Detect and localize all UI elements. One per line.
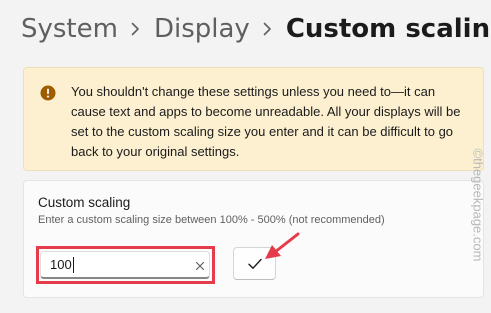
chevron-right-icon xyxy=(118,9,154,49)
breadcrumb: System Display Custom scaling xyxy=(21,9,491,49)
breadcrumb-item-display[interactable]: Display xyxy=(154,9,250,49)
input-highlight-annotation xyxy=(36,246,215,284)
custom-scaling-description: Enter a custom scaling size between 100%… xyxy=(38,214,385,226)
page-title: Custom scaling xyxy=(285,14,491,44)
custom-scaling-title: Custom scaling xyxy=(38,195,131,210)
warning-message: You shouldn't change these settings unle… xyxy=(71,84,461,159)
info-circle-icon xyxy=(40,85,56,101)
breadcrumb-item-system[interactable]: System xyxy=(21,9,118,49)
chevron-right-icon xyxy=(250,9,286,49)
checkmark-icon xyxy=(248,258,262,269)
warning-infobar: You shouldn't change these settings unle… xyxy=(23,67,484,171)
pointer-arrow-annotation xyxy=(265,232,300,259)
watermark: ©thegeekpage.com xyxy=(469,140,487,270)
watermark-text: ©thegeekpage.com xyxy=(470,148,486,262)
